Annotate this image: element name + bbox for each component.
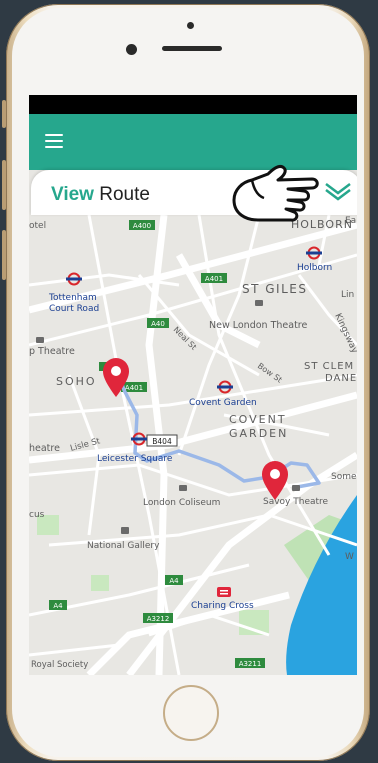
road-label-a401: A401: [205, 275, 223, 283]
home-button[interactable]: [163, 685, 219, 741]
area-label-st-clement-2: DANE: [325, 373, 357, 384]
station-label-tottenham: Tottenham: [48, 293, 97, 303]
station-label-charing-cross: Charing Cross: [191, 601, 254, 611]
map-label: Some: [331, 472, 357, 482]
title-accent: View: [51, 184, 94, 205]
area-label-soho: SOHO: [56, 375, 97, 388]
chevron-down-icon[interactable]: [323, 180, 353, 202]
map-label: heatre: [29, 443, 60, 454]
area-label-garden: GARDEN: [229, 427, 288, 440]
front-camera: [126, 44, 137, 55]
label-new-london-theatre: New London Theatre: [209, 320, 307, 331]
label-royal-society: Royal Society: [31, 660, 88, 670]
pointing-hand-icon: [232, 164, 319, 222]
map-label: W: [345, 552, 354, 562]
road-label-a3211: A3211: [239, 660, 262, 668]
area-label-covent: COVENT: [229, 413, 287, 426]
status-bar: [29, 95, 357, 114]
proximity-sensor: [187, 22, 194, 29]
road-label-a40: A40: [151, 320, 165, 328]
station-label-leicester-square: Leicester Square: [97, 454, 173, 464]
map-view[interactable]: A400 A401 A40 A40 A401 B404 A4 A4 A3212 …: [29, 215, 357, 675]
theatre-icon: [36, 337, 44, 343]
area-label-st-giles: ST GILES: [242, 282, 307, 296]
museum-icon: [121, 527, 129, 534]
road-label-a3212: A3212: [147, 615, 170, 623]
map-label: Lin: [341, 290, 354, 300]
road-label-b404: B404: [152, 437, 172, 446]
earpiece-speaker: [162, 46, 222, 51]
page-title: View Route: [51, 184, 150, 206]
map-label: cus: [29, 510, 45, 520]
side-button: [2, 230, 6, 280]
theatre-icon: [179, 485, 187, 491]
road-label-a4: A4: [169, 577, 179, 585]
theatre-icon: [255, 300, 263, 306]
road-label-a400: A400: [133, 222, 151, 230]
station-label-covent-garden: Covent Garden: [189, 398, 257, 408]
theatre-icon: [292, 485, 300, 491]
label-london-coliseum: London Coliseum: [143, 498, 220, 508]
rail-icon: [217, 587, 231, 597]
station-label-holborn: Holborn: [297, 263, 332, 273]
title-rest: Route: [93, 184, 150, 205]
label-savoy-theatre: Savoy Theatre: [263, 497, 329, 507]
road-label-a4-2: A4: [53, 602, 63, 610]
station-label-tottenham-2: Court Road: [49, 304, 99, 314]
area-label-st-clement: ST CLEM: [304, 361, 354, 372]
side-button: [2, 100, 6, 128]
road-label-a401-2: A401: [125, 384, 143, 392]
side-button: [2, 160, 6, 210]
map-label: p Theatre: [29, 346, 75, 357]
map-label: otel: [29, 221, 46, 231]
label-national-gallery: National Gallery: [87, 541, 160, 551]
menu-icon[interactable]: [45, 134, 63, 148]
